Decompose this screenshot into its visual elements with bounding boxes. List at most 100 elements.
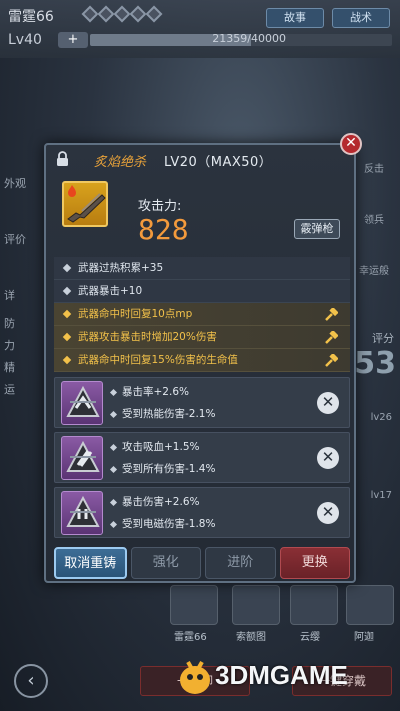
watermark-text: 3DMGAME <box>215 660 348 690</box>
side-label[interactable]: 评价 <box>4 231 48 247</box>
portrait-4[interactable] <box>346 585 394 625</box>
action-bar: 取消重铸 强化 进阶 更换 <box>54 547 350 579</box>
weapon-detail-modal: 炙焰绝杀 LV20（MAX50） 攻击力: 828 霰弹枪 武器过热积累+35 … <box>44 143 356 583</box>
gem-icon <box>113 5 131 23</box>
portrait-name: 雷霆66 <box>174 632 207 643</box>
portrait-1[interactable] <box>170 585 218 625</box>
reforge-line: 攻击吸血+1.5% <box>109 439 200 454</box>
level-badge: lv17 <box>370 490 392 501</box>
reforge-line: 受到电磁伤害-1.8% <box>109 516 216 531</box>
diamond-icon <box>62 309 72 319</box>
replace-button[interactable]: 更换 <box>279 547 350 579</box>
attack-value: 828 <box>138 213 189 246</box>
diamond-icon <box>62 263 72 273</box>
reforge-line: 受到所有伤害-1.4% <box>109 461 216 476</box>
skill-label[interactable]: 领兵 <box>354 211 394 226</box>
emblem-icon <box>61 491 103 535</box>
character-level: Lv40 <box>8 32 42 48</box>
hammer-icon <box>325 308 338 321</box>
remove-reforge-button[interactable]: ✕ <box>317 502 339 524</box>
stats-list: 武器过热积累+35 武器暴击+10 武器命中时回复10点mp 武器攻击暴击时增加… <box>54 257 350 372</box>
diamond-icon <box>109 388 118 396</box>
stat-text: 武器暴击+10 <box>78 285 143 297</box>
special-stat: 武器攻击暴击时增加20%伤害 <box>54 326 350 349</box>
reforge-text: 暴击伤害+2.6% <box>122 496 200 508</box>
emblem-icon <box>61 381 103 425</box>
cancel-reforge-button[interactable]: 取消重铸 <box>54 547 127 579</box>
base-stat: 武器暴击+10 <box>54 280 350 303</box>
diamond-icon <box>109 520 118 528</box>
weapon-type-tag: 霰弹枪 <box>294 219 340 239</box>
reforge-text: 受到热能伤害-2.1% <box>122 408 216 420</box>
reforge-text: 攻击吸血+1.5% <box>122 441 200 453</box>
weapon-icon <box>62 181 108 227</box>
reforge-item: 暴击率+2.6% 受到热能伤害-2.1% ✕ <box>54 377 350 428</box>
weapon-name: 炙焰绝杀 <box>94 155 147 170</box>
add-exp-button[interactable]: + <box>58 32 88 48</box>
portrait-2[interactable] <box>232 585 280 625</box>
gem-icon <box>145 5 163 23</box>
attack-label: 攻击力: <box>138 199 182 214</box>
side-label: 力 <box>4 339 15 352</box>
close-button[interactable]: ✕ <box>340 133 362 155</box>
special-stat: 武器命中时回复10点mp <box>54 303 350 326</box>
diamond-icon <box>109 410 118 418</box>
stat-text: 武器命中时回复10点mp <box>78 308 193 320</box>
reforge-line: 暴击伤害+2.6% <box>109 494 200 509</box>
weapon-level: LV20（MAX50） <box>164 155 273 170</box>
side-label[interactable]: 外观 <box>4 175 48 191</box>
score-value: 53 <box>354 346 396 381</box>
gem-icon <box>97 5 115 23</box>
portrait-name: 索额图 <box>236 632 266 643</box>
diamond-icon <box>62 355 72 365</box>
star-gems <box>81 5 163 23</box>
reforge-list: 暴击率+2.6% 受到热能伤害-2.1% ✕ 攻击吸血+1.5% 受到所有伤害-… <box>54 377 350 542</box>
tab-story[interactable]: 故事 <box>266 8 324 28</box>
enhance-button[interactable]: 强化 <box>130 547 201 579</box>
reforge-text: 受到电磁伤害-1.8% <box>122 518 216 530</box>
mascot-logo-icon <box>180 661 210 694</box>
base-stat: 武器过热积累+35 <box>54 257 350 280</box>
score-label: 评分 <box>372 332 394 345</box>
remove-reforge-button[interactable]: ✕ <box>317 447 339 469</box>
stat-text: 武器命中时回复15%伤害的生命值 <box>78 354 238 366</box>
reforge-text: 暴击率+2.6% <box>122 386 189 398</box>
shotgun-icon <box>67 193 106 223</box>
back-button[interactable]: ‹ <box>14 664 48 698</box>
diamond-icon <box>109 443 118 451</box>
portrait-3[interactable] <box>290 585 338 625</box>
diamond-icon <box>109 465 118 473</box>
skill-label[interactable]: 反击 <box>354 160 394 175</box>
gem-icon <box>81 5 99 23</box>
diamond-icon <box>62 286 72 296</box>
reforge-item: 暴击伤害+2.6% 受到电磁伤害-1.8% ✕ <box>54 487 350 538</box>
gem-icon <box>129 5 147 23</box>
skill-label[interactable]: 幸运般 <box>354 262 394 277</box>
hammer-icon <box>325 354 338 367</box>
diamond-icon <box>62 332 72 342</box>
level-badge: lv26 <box>370 412 392 423</box>
side-label: 运 <box>4 383 15 396</box>
exp-text: 21359/40000 <box>212 32 286 45</box>
side-label: 防 <box>4 317 15 330</box>
diamond-icon <box>109 498 118 506</box>
special-stat: 武器命中时回复15%伤害的生命值 <box>54 349 350 372</box>
reforge-line: 受到热能伤害-2.1% <box>109 406 216 421</box>
portrait-name: 云缨 <box>300 632 320 643</box>
tab-tactics[interactable]: 战术 <box>332 8 390 28</box>
stat-text: 武器攻击暴击时增加20%伤害 <box>78 331 217 343</box>
right-side-panel: 反击 领兵 幸运般 <box>354 150 394 277</box>
portrait-name: 阿迦 <box>354 632 374 643</box>
emblem-icon <box>61 436 103 480</box>
character-name: 雷霆66 <box>8 9 54 25</box>
left-side-panel: 外观 评价 详 防 力 精 运 <box>4 175 48 437</box>
side-label: 精 <box>4 361 15 374</box>
reforge-line: 暴击率+2.6% <box>109 384 189 399</box>
advance-button[interactable]: 进阶 <box>205 547 276 579</box>
lock-icon[interactable] <box>56 151 69 167</box>
side-label: 详 <box>4 289 15 302</box>
remove-reforge-button[interactable]: ✕ <box>317 392 339 414</box>
hammer-icon <box>325 331 338 344</box>
reforge-text: 受到所有伤害-1.4% <box>122 463 216 475</box>
reforge-item: 攻击吸血+1.5% 受到所有伤害-1.4% ✕ <box>54 432 350 483</box>
